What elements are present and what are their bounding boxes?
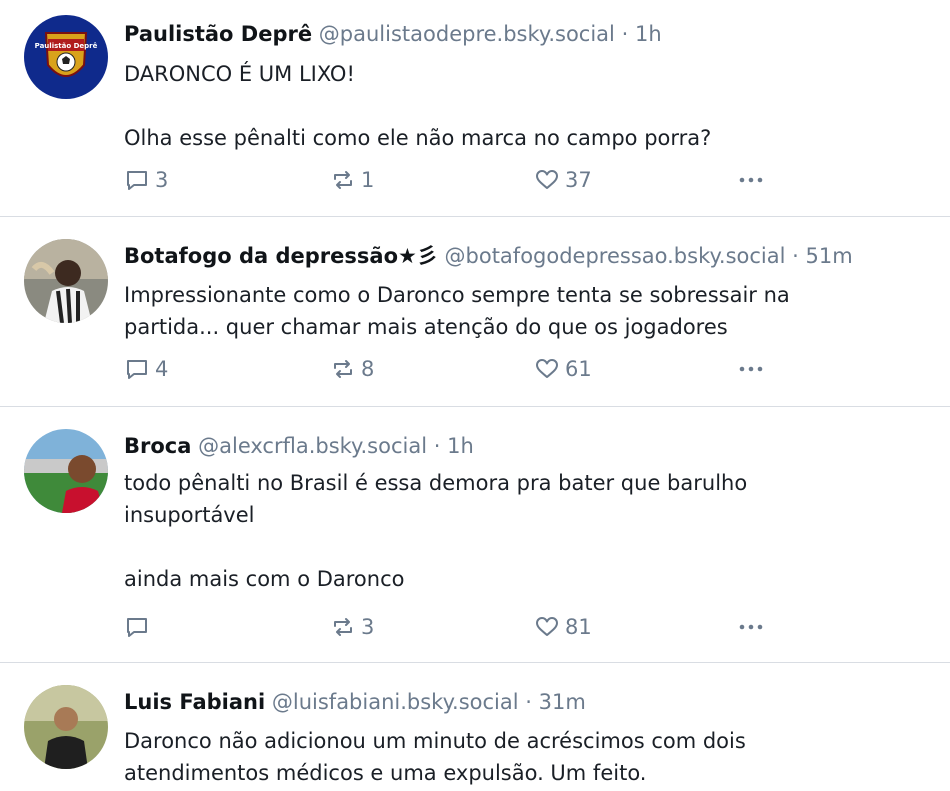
repost-count: 3: [361, 615, 375, 639]
display-name[interactable]: Botafogo da depressão★彡: [124, 244, 438, 268]
repost-button[interactable]: 3: [330, 613, 374, 641]
user-handle[interactable]: @botafogodepressao.bsky.social: [445, 244, 786, 268]
user-handle[interactable]: @paulistaodepre.bsky.social: [319, 22, 615, 46]
player-photo-avatar-icon: [24, 239, 108, 323]
speech-bubble-icon: [127, 360, 147, 379]
post-header: Botafogo da depressão★彡 @botafogodepress…: [124, 242, 853, 270]
timestamp[interactable]: 1h: [635, 22, 662, 46]
like-count: 37: [565, 168, 592, 192]
reply-button[interactable]: [124, 613, 155, 641]
avatar[interactable]: [24, 685, 108, 769]
avatar[interactable]: [24, 239, 108, 323]
more-options-button[interactable]: [736, 613, 766, 641]
like-count: 61: [565, 357, 592, 381]
post-paragraph: DARONCO É UM LIXO!: [124, 62, 355, 86]
post-paragraph: todo pênalti no Brasil é essa demora pra…: [124, 471, 748, 527]
feed-post[interactable]: Luis Fabiani @luisfabiani.bsky.social · …: [0, 663, 950, 791]
feed-post[interactable]: Paulistão Deprê Paulistão Deprê @paulist…: [0, 0, 950, 216]
timestamp[interactable]: 51m: [806, 244, 853, 268]
user-handle[interactable]: @alexcrfla.bsky.social: [198, 434, 427, 458]
separator: ·: [433, 434, 441, 458]
like-button[interactable]: 61: [534, 355, 592, 383]
speech-bubble-icon: [127, 171, 147, 190]
display-name[interactable]: Luis Fabiani: [124, 690, 265, 714]
avatar[interactable]: [24, 429, 108, 513]
heart-icon: [536, 170, 558, 189]
repost-count: 8: [361, 357, 375, 381]
separator: ·: [792, 244, 799, 268]
avatar-text: Paulistão Deprê: [35, 42, 98, 50]
display-name[interactable]: Paulistão Deprê: [124, 22, 312, 46]
ellipsis-icon: [739, 177, 763, 183]
post-header: Luis Fabiani @luisfabiani.bsky.social · …: [124, 688, 586, 716]
like-count: 81: [565, 615, 592, 639]
post-header: Broca @alexcrfla.bsky.social · 1h: [124, 432, 474, 460]
heart-icon: [536, 359, 558, 378]
separator: ·: [525, 690, 532, 714]
person-photo-avatar-icon: [24, 685, 108, 769]
post-text: Impressionante como o Daronco sempre ten…: [124, 279, 884, 343]
repost-button[interactable]: 8: [330, 355, 374, 383]
feed-post[interactable]: Botafogo da depressão★彡 @botafogodepress…: [0, 217, 950, 406]
ellipsis-icon: [739, 624, 763, 630]
avatar[interactable]: Paulistão Deprê: [24, 15, 108, 99]
repost-button[interactable]: 1: [330, 166, 374, 194]
separator: ·: [621, 22, 629, 46]
like-button[interactable]: 37: [534, 166, 592, 194]
post-text: todo pênalti no Brasil é essa demora pra…: [124, 467, 844, 595]
post-paragraph: Impressionante como o Daronco sempre ten…: [124, 283, 790, 339]
display-name[interactable]: Broca: [124, 434, 191, 458]
reply-count: 4: [155, 357, 169, 381]
more-options-button[interactable]: [736, 355, 766, 383]
timestamp[interactable]: 1h: [447, 434, 474, 458]
heart-icon: [536, 617, 558, 636]
repost-arrows-icon: [334, 618, 352, 636]
like-button[interactable]: 81: [534, 613, 592, 641]
ellipsis-icon: [739, 366, 763, 372]
team-crest-avatar-icon: Paulistão Deprê: [24, 15, 108, 99]
repost-arrows-icon: [334, 360, 352, 378]
more-options-button[interactable]: [736, 166, 766, 194]
post-text: DARONCO É UM LIXO! Olha esse pênalti com…: [124, 58, 914, 154]
post-header: Paulistão Deprê @paulistaodepre.bsky.soc…: [124, 20, 662, 48]
repost-count: 1: [361, 168, 375, 192]
feed-post[interactable]: Broca @alexcrfla.bsky.social · 1h todo p…: [0, 407, 950, 662]
post-paragraph: Daronco não adicionou um minuto de acrés…: [124, 729, 746, 785]
reply-count: 3: [155, 168, 169, 192]
player-photo-avatar-icon: [24, 429, 108, 513]
speech-bubble-icon: [127, 618, 147, 637]
post-text: Daronco não adicionou um minuto de acrés…: [124, 725, 834, 789]
post-paragraph: ainda mais com o Daronco: [124, 567, 405, 591]
post-paragraph: Olha esse pênalti como ele não marca no …: [124, 126, 712, 150]
reply-button[interactable]: 4: [124, 355, 168, 383]
repost-arrows-icon: [334, 171, 352, 189]
user-handle[interactable]: @luisfabiani.bsky.social: [272, 690, 519, 714]
timestamp[interactable]: 31m: [539, 690, 586, 714]
reply-button[interactable]: 3: [124, 166, 168, 194]
